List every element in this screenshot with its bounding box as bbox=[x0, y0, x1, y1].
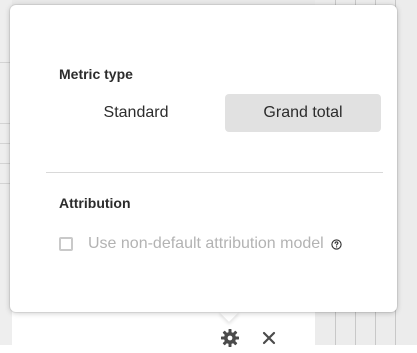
gear-icon[interactable] bbox=[220, 328, 240, 348]
help-circle-icon[interactable] bbox=[331, 238, 342, 250]
metric-type-label: Metric type bbox=[59, 66, 133, 82]
attribution-label: Attribution bbox=[59, 195, 131, 211]
attribution-model-checkbox[interactable] bbox=[59, 237, 73, 251]
metric-type-standard-button[interactable]: Standard bbox=[58, 94, 214, 132]
attribution-checkbox-row: Use non-default attribution model bbox=[59, 234, 342, 254]
metric-type-grand-total-button[interactable]: Grand total bbox=[225, 94, 381, 132]
metric-settings-popover: Metric type Standard Grand total Attribu… bbox=[10, 5, 397, 312]
attribution-checkbox-label: Use non-default attribution model bbox=[88, 235, 324, 252]
section-divider bbox=[46, 172, 383, 173]
close-icon[interactable] bbox=[260, 329, 278, 347]
